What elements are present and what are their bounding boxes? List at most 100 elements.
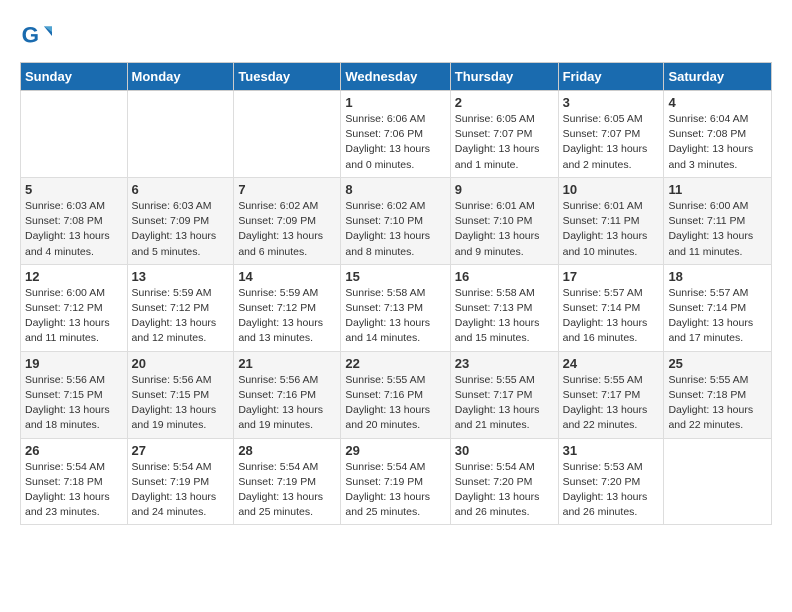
weekday-header: Friday	[558, 63, 664, 91]
day-number: 4	[668, 95, 767, 110]
logo-icon: G	[20, 20, 52, 52]
day-info: Sunrise: 5:54 AM Sunset: 7:18 PM Dayligh…	[25, 460, 123, 521]
calendar-week-row: 26 Sunrise: 5:54 AM Sunset: 7:18 PM Dayli…	[21, 438, 772, 525]
calendar-cell: 17 Sunrise: 5:57 AM Sunset: 7:14 PM Dayli…	[558, 264, 664, 351]
day-number: 25	[668, 356, 767, 371]
day-info: Sunrise: 6:03 AM Sunset: 7:09 PM Dayligh…	[132, 199, 230, 260]
day-number: 21	[238, 356, 336, 371]
day-info: Sunrise: 5:55 AM Sunset: 7:17 PM Dayligh…	[563, 373, 660, 434]
calendar-cell	[664, 438, 772, 525]
day-info: Sunrise: 6:00 AM Sunset: 7:11 PM Dayligh…	[668, 199, 767, 260]
calendar-cell: 18Sunrise: 5:57 AM Sunset: 7:14 PM Dayli…	[664, 264, 772, 351]
day-number: 27	[132, 443, 230, 458]
calendar-cell: 11 Sunrise: 6:00 AM Sunset: 7:11 PM Dayli…	[664, 177, 772, 264]
calendar-cell: 8 Sunrise: 6:02 AM Sunset: 7:10 PM Daylig…	[341, 177, 450, 264]
day-number: 11	[668, 182, 767, 197]
calendar-cell: 22Sunrise: 5:55 AM Sunset: 7:16 PM Dayli…	[341, 351, 450, 438]
calendar-cell: 31 Sunrise: 5:53 AM Sunset: 7:20 PM Dayli…	[558, 438, 664, 525]
day-info: Sunrise: 6:02 AM Sunset: 7:10 PM Dayligh…	[345, 199, 445, 260]
calendar-cell: 1 Sunrise: 6:06 AM Sunset: 7:06 PM Daylig…	[341, 91, 450, 178]
day-number: 19	[25, 356, 123, 371]
day-number: 9	[455, 182, 554, 197]
day-number: 3	[563, 95, 660, 110]
day-info: Sunrise: 6:00 AM Sunset: 7:12 PM Dayligh…	[25, 286, 123, 347]
day-info: Sunrise: 5:57 AM Sunset: 7:14 PM Dayligh…	[563, 286, 660, 347]
svg-text:G: G	[22, 22, 39, 47]
day-info: Sunrise: 6:01 AM Sunset: 7:11 PM Dayligh…	[563, 199, 660, 260]
calendar-cell	[234, 91, 341, 178]
day-info: Sunrise: 6:03 AM Sunset: 7:08 PM Dayligh…	[25, 199, 123, 260]
calendar-cell: 20Sunrise: 5:56 AM Sunset: 7:15 PM Dayli…	[127, 351, 234, 438]
day-number: 17	[563, 269, 660, 284]
day-number: 12	[25, 269, 123, 284]
day-number: 6	[132, 182, 230, 197]
calendar-cell: 21 Sunrise: 5:56 AM Sunset: 7:16 PM Dayli…	[234, 351, 341, 438]
day-info: Sunrise: 5:59 AM Sunset: 7:12 PM Dayligh…	[132, 286, 230, 347]
calendar-week-row: 5 Sunrise: 6:03 AM Sunset: 7:08 PM Daylig…	[21, 177, 772, 264]
day-info: Sunrise: 5:55 AM Sunset: 7:18 PM Dayligh…	[668, 373, 767, 434]
calendar-cell: 29 Sunrise: 5:54 AM Sunset: 7:19 PM Dayli…	[341, 438, 450, 525]
day-number: 15	[345, 269, 445, 284]
calendar-cell: 2 Sunrise: 6:05 AM Sunset: 7:07 PM Daylig…	[450, 91, 558, 178]
day-number: 30	[455, 443, 554, 458]
day-number: 24	[563, 356, 660, 371]
day-number: 10	[563, 182, 660, 197]
calendar-cell: 14 Sunrise: 5:59 AM Sunset: 7:12 PM Dayli…	[234, 264, 341, 351]
calendar-cell: 3 Sunrise: 6:05 AM Sunset: 7:07 PM Daylig…	[558, 91, 664, 178]
calendar-cell: 28 Sunrise: 5:54 AM Sunset: 7:19 PM Dayli…	[234, 438, 341, 525]
day-number: 23	[455, 356, 554, 371]
day-info: Sunrise: 5:56 AM Sunset: 7:15 PM Dayligh…	[25, 373, 123, 434]
calendar-cell: 4Sunrise: 6:04 AM Sunset: 7:08 PM Daylig…	[664, 91, 772, 178]
calendar-cell: 26 Sunrise: 5:54 AM Sunset: 7:18 PM Dayli…	[21, 438, 128, 525]
day-number: 5	[25, 182, 123, 197]
calendar-cell: 13 Sunrise: 5:59 AM Sunset: 7:12 PM Dayli…	[127, 264, 234, 351]
day-info: Sunrise: 5:54 AM Sunset: 7:19 PM Dayligh…	[345, 460, 445, 521]
calendar-cell: 24 Sunrise: 5:55 AM Sunset: 7:17 PM Dayli…	[558, 351, 664, 438]
calendar-cell: 30Sunrise: 5:54 AM Sunset: 7:20 PM Dayli…	[450, 438, 558, 525]
day-number: 8	[345, 182, 445, 197]
weekday-header: Wednesday	[341, 63, 450, 91]
day-info: Sunrise: 5:57 AM Sunset: 7:14 PM Dayligh…	[668, 286, 767, 347]
day-number: 2	[455, 95, 554, 110]
calendar-cell	[21, 91, 128, 178]
calendar-cell: 16Sunrise: 5:58 AM Sunset: 7:13 PM Dayli…	[450, 264, 558, 351]
calendar-week-row: 1 Sunrise: 6:06 AM Sunset: 7:06 PM Daylig…	[21, 91, 772, 178]
day-number: 1	[345, 95, 445, 110]
day-info: Sunrise: 6:05 AM Sunset: 7:07 PM Dayligh…	[563, 112, 660, 173]
page-header: G	[20, 20, 772, 52]
day-number: 29	[345, 443, 445, 458]
calendar-cell: 5 Sunrise: 6:03 AM Sunset: 7:08 PM Daylig…	[21, 177, 128, 264]
day-info: Sunrise: 5:58 AM Sunset: 7:13 PM Dayligh…	[455, 286, 554, 347]
calendar-cell: 9 Sunrise: 6:01 AM Sunset: 7:10 PM Daylig…	[450, 177, 558, 264]
day-number: 26	[25, 443, 123, 458]
weekday-header: Saturday	[664, 63, 772, 91]
calendar-cell: 15Sunrise: 5:58 AM Sunset: 7:13 PM Dayli…	[341, 264, 450, 351]
weekday-header: Monday	[127, 63, 234, 91]
calendar-cell: 12 Sunrise: 6:00 AM Sunset: 7:12 PM Dayli…	[21, 264, 128, 351]
day-info: Sunrise: 5:59 AM Sunset: 7:12 PM Dayligh…	[238, 286, 336, 347]
calendar-cell: 23Sunrise: 5:55 AM Sunset: 7:17 PM Dayli…	[450, 351, 558, 438]
day-info: Sunrise: 6:05 AM Sunset: 7:07 PM Dayligh…	[455, 112, 554, 173]
calendar-cell: 19 Sunrise: 5:56 AM Sunset: 7:15 PM Dayli…	[21, 351, 128, 438]
calendar-week-row: 12 Sunrise: 6:00 AM Sunset: 7:12 PM Dayli…	[21, 264, 772, 351]
day-info: Sunrise: 5:53 AM Sunset: 7:20 PM Dayligh…	[563, 460, 660, 521]
calendar-cell: 25 Sunrise: 5:55 AM Sunset: 7:18 PM Dayli…	[664, 351, 772, 438]
day-info: Sunrise: 5:54 AM Sunset: 7:19 PM Dayligh…	[238, 460, 336, 521]
calendar-cell: 27Sunrise: 5:54 AM Sunset: 7:19 PM Dayli…	[127, 438, 234, 525]
day-info: Sunrise: 5:55 AM Sunset: 7:16 PM Dayligh…	[345, 373, 445, 434]
logo: G	[20, 20, 56, 52]
day-info: Sunrise: 6:01 AM Sunset: 7:10 PM Dayligh…	[455, 199, 554, 260]
day-number: 13	[132, 269, 230, 284]
weekday-header: Thursday	[450, 63, 558, 91]
day-number: 20	[132, 356, 230, 371]
day-number: 31	[563, 443, 660, 458]
day-number: 7	[238, 182, 336, 197]
day-number: 28	[238, 443, 336, 458]
calendar-week-row: 19 Sunrise: 5:56 AM Sunset: 7:15 PM Dayli…	[21, 351, 772, 438]
day-info: Sunrise: 5:56 AM Sunset: 7:16 PM Dayligh…	[238, 373, 336, 434]
day-info: Sunrise: 6:02 AM Sunset: 7:09 PM Dayligh…	[238, 199, 336, 260]
day-info: Sunrise: 6:06 AM Sunset: 7:06 PM Dayligh…	[345, 112, 445, 173]
calendar-cell	[127, 91, 234, 178]
calendar-table: SundayMondayTuesdayWednesdayThursdayFrid…	[20, 62, 772, 525]
day-number: 14	[238, 269, 336, 284]
